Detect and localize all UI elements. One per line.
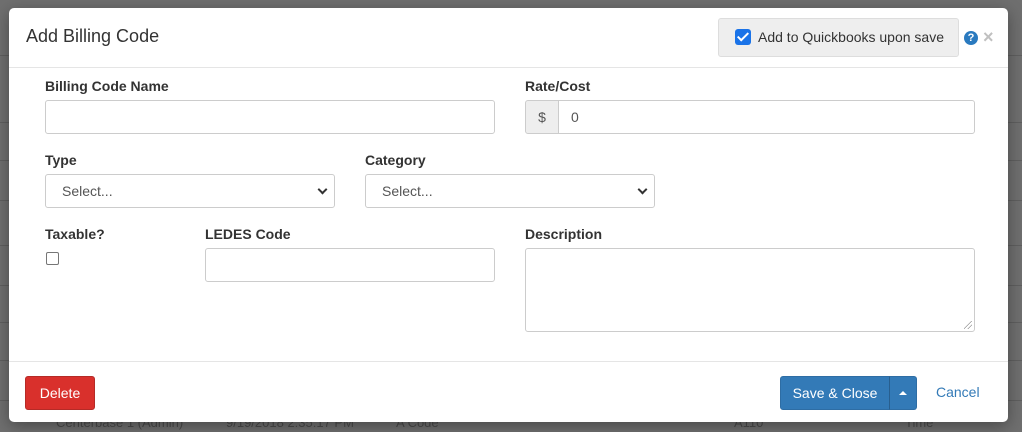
close-icon[interactable]: × [983,27,994,47]
currency-addon: $ [525,100,559,134]
type-label: Type [45,152,77,168]
taxable-label: Taxable? [45,226,105,242]
quickbooks-checkbox[interactable] [735,29,751,45]
save-and-close-button[interactable]: Save & Close [780,376,890,410]
taxable-checkbox[interactable] [46,252,59,265]
category-select[interactable]: Select... [365,174,655,208]
help-icon[interactable]: ? [964,31,978,45]
category-label: Category [365,152,426,168]
rate-cost-label: Rate/Cost [525,78,591,94]
chevron-down-icon [317,184,328,195]
modal-header: Add Billing Code Add to Quickbooks upon … [9,8,1008,68]
ledes-code-label: LEDES Code [205,226,291,242]
add-billing-code-modal: Add Billing Code Add to Quickbooks upon … [9,8,1008,422]
resize-handle-icon[interactable] [964,321,972,329]
save-options-dropdown-button[interactable] [889,376,917,410]
delete-button[interactable]: Delete [25,376,95,410]
description-textarea[interactable] [525,248,975,332]
category-select-value: Select... [382,183,433,199]
type-select-value: Select... [62,183,113,199]
billing-code-name-input[interactable] [45,100,495,134]
ledes-code-input[interactable] [205,248,495,282]
chevron-down-icon [637,184,648,195]
billing-code-name-label: Billing Code Name [45,78,169,94]
rate-cost-input[interactable]: 0 [558,100,975,134]
modal-footer: Delete Save & Close Cancel [9,361,1008,422]
quickbooks-option[interactable]: Add to Quickbooks upon save [718,18,959,57]
type-select[interactable]: Select... [45,174,335,208]
modal-title: Add Billing Code [26,26,160,46]
quickbooks-label[interactable]: Add to Quickbooks upon save [758,29,944,45]
cancel-button[interactable]: Cancel [936,384,980,400]
description-label: Description [525,226,603,242]
